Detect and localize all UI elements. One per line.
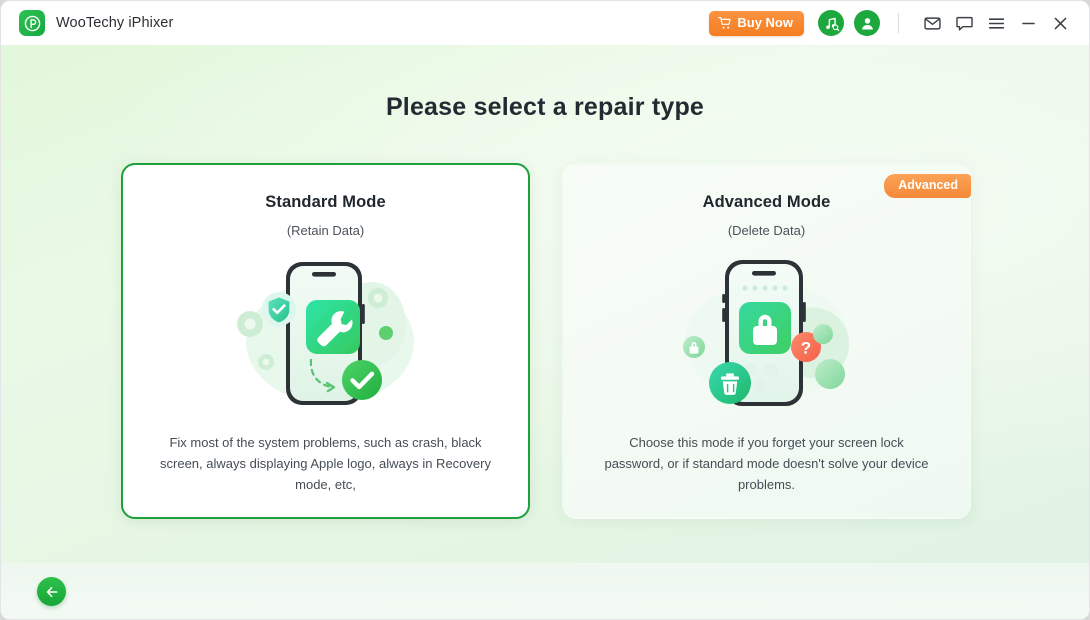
footer-bar bbox=[1, 563, 1089, 619]
mail-icon[interactable] bbox=[917, 8, 947, 38]
advanced-mode-description: Choose this mode if you forget your scre… bbox=[604, 435, 929, 493]
standard-mode-subtitle: (Retain Data) bbox=[286, 223, 365, 238]
app-title: WooTechy iPhixer bbox=[56, 15, 174, 31]
content-area: Please select a repair type Standard Mod… bbox=[1, 45, 1089, 619]
title-bar: WooTechy iPhixer Buy Now bbox=[1, 1, 1089, 45]
chat-bubble-icon[interactable] bbox=[949, 8, 979, 38]
close-icon[interactable] bbox=[1045, 8, 1075, 38]
standard-mode-card[interactable]: Standard Mode (Retain Data) Fix most of … bbox=[121, 163, 530, 519]
phone-wrench-repair-illustration bbox=[123, 250, 528, 418]
user-account-icon[interactable] bbox=[854, 10, 880, 36]
advanced-mode-subtitle: (Delete Data) bbox=[727, 223, 806, 238]
brand: WooTechy iPhixer bbox=[19, 10, 173, 36]
page-title: Please select a repair type bbox=[385, 93, 705, 121]
music-search-icon[interactable] bbox=[818, 10, 844, 36]
minimize-icon[interactable] bbox=[1013, 8, 1043, 38]
standard-mode-title: Standard Mode bbox=[265, 193, 386, 211]
toolbar-divider bbox=[898, 13, 899, 33]
buy-now-button[interactable]: Buy Now bbox=[709, 10, 804, 36]
svg-text:?: ? bbox=[800, 339, 810, 358]
standard-mode-description: Fix most of the system problems, such as… bbox=[160, 435, 491, 493]
hamburger-menu-icon[interactable] bbox=[981, 8, 1011, 38]
wootechy-p-logo-icon bbox=[19, 10, 45, 36]
arrow-left-icon bbox=[44, 584, 60, 600]
back-button[interactable] bbox=[37, 577, 66, 606]
titlebar-controls: Buy Now bbox=[709, 8, 1075, 38]
advanced-badge: Advanced bbox=[884, 174, 971, 198]
phone-lock-erase-illustration: ? bbox=[564, 250, 969, 418]
advanced-mode-card[interactable]: Advanced Advanced Mode (Delete Data) ? C… bbox=[562, 163, 971, 519]
shopping-cart-icon bbox=[718, 16, 732, 30]
buy-now-label: Buy Now bbox=[737, 15, 793, 30]
repair-type-options: Standard Mode (Retain Data) Fix most of … bbox=[121, 163, 971, 519]
app-window: WooTechy iPhixer Buy Now Please select a… bbox=[0, 0, 1090, 620]
